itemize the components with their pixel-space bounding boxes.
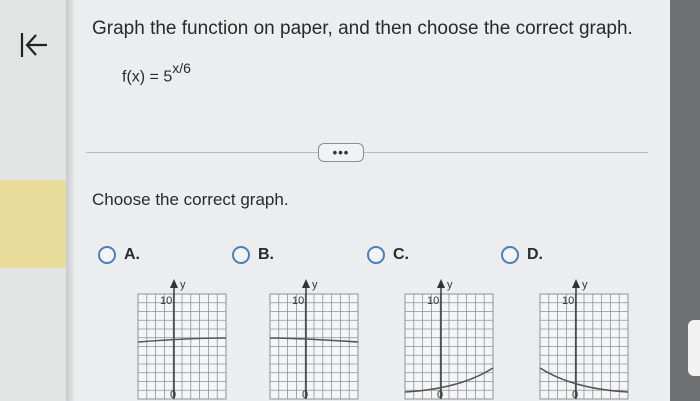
origin-label-c: 0 — [437, 389, 443, 401]
radio-b[interactable] — [232, 246, 250, 264]
arrow-up-icon — [170, 279, 178, 288]
y-axis-label-b: y — [312, 279, 318, 291]
formula: f(x) = 5x/6 — [122, 60, 191, 86]
graph-d-svg: y 10 0 — [539, 279, 629, 401]
graph-a-svg: y 10 0 — [137, 279, 227, 401]
choice-a[interactable]: A. — [98, 246, 140, 264]
y-axis-label-a: y — [180, 279, 186, 291]
origin-label-b: 0 — [302, 389, 308, 401]
grid-a — [137, 293, 227, 400]
graph-a[interactable]: y 10 0 — [134, 276, 230, 401]
choice-c[interactable]: C. — [367, 246, 409, 264]
arrow-up-icon — [572, 279, 580, 288]
left-rail — [0, 0, 66, 401]
grid-c — [404, 293, 494, 400]
choice-b-label: B. — [258, 246, 274, 263]
arrow-up-icon — [437, 279, 445, 288]
rail-divider — [66, 0, 74, 401]
y-tick-10-c: 10 — [427, 295, 439, 307]
arrow-up-icon — [302, 279, 310, 288]
graph-c[interactable]: y 10 0 — [401, 276, 497, 401]
choice-d-label: D. — [527, 246, 543, 263]
origin-label-a: 0 — [170, 389, 176, 401]
radio-c[interactable] — [367, 246, 385, 264]
y-tick-10-b: 10 — [292, 295, 304, 307]
graph-d[interactable]: y 10 0 — [536, 276, 632, 401]
choice-c-label: C. — [393, 246, 409, 263]
page: Graph the function on paper, and then ch… — [0, 0, 700, 401]
grid-d — [539, 293, 629, 400]
graph-c-svg: y 10 0 — [404, 279, 494, 401]
choice-a-label: A. — [124, 246, 140, 263]
choice-d[interactable]: D. — [501, 246, 543, 264]
y-axis-label-d: y — [582, 279, 588, 291]
rail-highlight — [0, 180, 66, 268]
radio-d[interactable] — [501, 246, 519, 264]
question-text: Graph the function on paper, and then ch… — [92, 18, 633, 39]
y-tick-10-a: 10 — [160, 295, 172, 307]
choice-b[interactable]: B. — [232, 246, 274, 264]
section-divider — [86, 152, 648, 153]
formula-exponent: x/6 — [172, 60, 191, 76]
side-tab[interactable] — [688, 320, 700, 376]
origin-label-d: 0 — [572, 389, 578, 401]
prompt-text: Choose the correct graph. — [92, 190, 289, 209]
arrow-left-bar-icon — [20, 33, 47, 57]
graph-b[interactable]: y 10 0 — [266, 276, 362, 401]
y-tick-10-d: 10 — [562, 295, 574, 307]
graph-b-svg: y 10 0 — [269, 279, 359, 401]
back-button[interactable] — [14, 26, 54, 64]
radio-a[interactable] — [98, 246, 116, 264]
y-axis-label-c: y — [447, 279, 453, 291]
more-button[interactable]: ••• — [318, 143, 364, 162]
formula-base: f(x) = 5 — [122, 68, 173, 86]
grid-b — [269, 293, 359, 400]
